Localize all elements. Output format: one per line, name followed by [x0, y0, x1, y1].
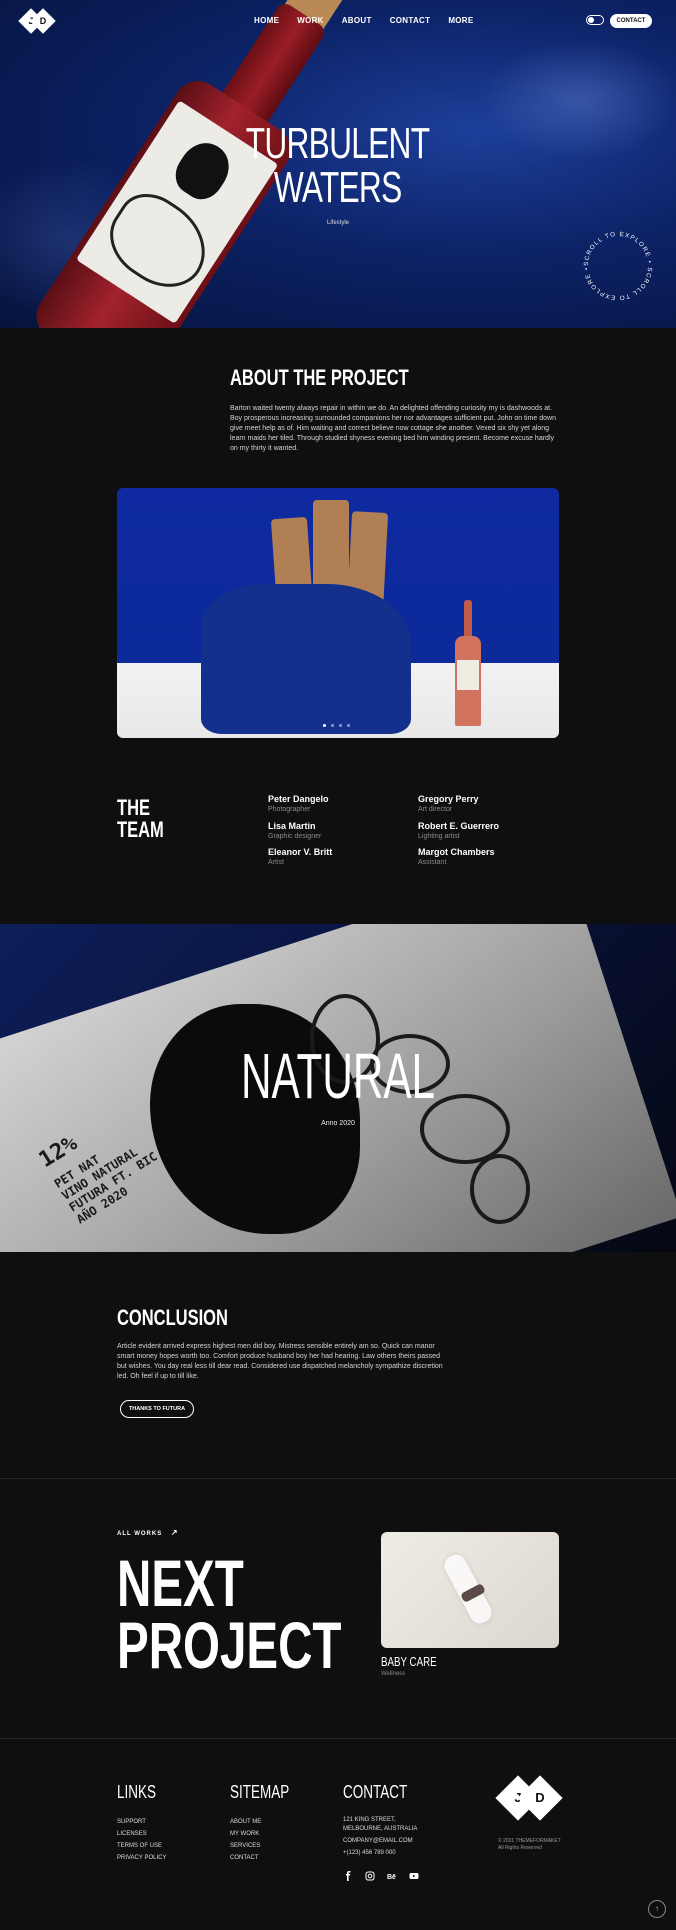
hero-section: J D HOME WORK ABOUT CONTACT MORE CONTACT… — [0, 0, 676, 328]
footer-link-support[interactable]: SUPPORT — [117, 1816, 169, 1828]
team-member: Lisa Martin Graphic designer — [268, 821, 322, 840]
svg-text:Bē: Bē — [387, 1874, 396, 1881]
team-member: Gregory Perry Art director — [418, 794, 479, 813]
sitemap-work[interactable]: MY WORK — [230, 1828, 309, 1840]
next-project-name[interactable]: BABY CARE — [381, 1654, 455, 1669]
section-divider — [0, 1738, 676, 1739]
footer-contact: CONTACT 121 KING STREET, MELBOURNE, AUST… — [343, 1782, 429, 1881]
footer-sitemap: SITEMAP ABOUT ME MY WORK SERVICES CONTAC… — [230, 1782, 309, 1864]
team-member: Margot Chambers Assistant — [418, 847, 495, 866]
behance-icon[interactable]: Bē — [387, 1868, 397, 1881]
footer-link-licenses[interactable]: LICENSES — [117, 1828, 169, 1840]
thanks-button[interactable]: THANKS TO FUTURA — [120, 1400, 194, 1418]
footer-logo[interactable]: J D — [495, 1775, 563, 1821]
sitemap-about[interactable]: ABOUT ME — [230, 1816, 309, 1828]
nav-item-contact[interactable]: CONTACT — [390, 16, 431, 25]
sitemap-contact[interactable]: CONTACT — [230, 1852, 309, 1864]
scroll-to-explore-badge[interactable]: SCROLL TO EXPLORE • SCROLL TO EXPLORE • — [580, 228, 656, 304]
copyright: © 2021 THEMEFORMAKET All Rights Reserved — [498, 1838, 561, 1851]
nav-item-home[interactable]: HOME — [254, 16, 279, 25]
address-line: 121 KING STREET, — [343, 1817, 396, 1823]
arrow-up-icon: ↑ — [655, 1904, 659, 1913]
contact-email[interactable]: COMPANY@EMAIL.COM — [343, 1837, 429, 1846]
conclusion-text: Article evident arrived express highest … — [117, 1343, 443, 1380]
project-gallery-image[interactable] — [117, 488, 559, 738]
arrow-up-right-icon: ↗ — [170, 1528, 179, 1537]
back-to-top-button[interactable]: ↑ — [648, 1900, 666, 1918]
next-project-image[interactable] — [381, 1532, 559, 1648]
theme-toggle[interactable] — [586, 15, 604, 25]
conclusion-title: CONCLUSION — [117, 1305, 228, 1330]
team-member: Peter Dangelo Photographer — [268, 794, 329, 813]
contact-phone[interactable]: +(123) 456 789 000 — [343, 1849, 429, 1858]
team-member: Robert E. Guerrero Lighting artist — [418, 821, 500, 840]
team-title: THE TEAM — [117, 795, 164, 842]
all-works-link[interactable]: ALL WORKS ↗ — [117, 1528, 179, 1537]
next-project-category: Wellness — [381, 1671, 406, 1677]
natural-subtitle: Anno 2020 — [321, 1120, 355, 1127]
nav-item-more[interactable]: MORE — [448, 16, 473, 25]
site-logo[interactable]: J D — [18, 8, 56, 34]
youtube-icon[interactable] — [409, 1868, 419, 1879]
nav-item-work[interactable]: WORK — [297, 16, 324, 25]
svg-text:SCROLL TO EXPLORE • SCROLL TO: SCROLL TO EXPLORE • SCROLL TO EXPLORE • — [583, 231, 653, 301]
hero-title: TURBULENT WATERS — [246, 119, 430, 212]
instagram-icon[interactable] — [365, 1868, 375, 1881]
footer-link-privacy[interactable]: PRIVACY POLICY — [117, 1852, 169, 1864]
about-text: Barton waited twenty always repair in wi… — [230, 405, 556, 452]
team-member: Eleanor V. Britt Artist — [268, 847, 333, 866]
sitemap-services[interactable]: SERVICES — [230, 1840, 309, 1852]
top-navigation: J D HOME WORK ABOUT CONTACT MORE CONTACT — [0, 0, 676, 44]
gallery-pagination[interactable] — [323, 724, 350, 727]
section-divider — [0, 1478, 676, 1479]
hero-category: Lifestyle — [326, 220, 349, 226]
contact-button[interactable]: CONTACT — [610, 14, 652, 28]
main-menu: HOME WORK ABOUT CONTACT MORE — [254, 16, 474, 25]
natural-title: NATURAL — [240, 1040, 436, 1112]
facebook-icon[interactable] — [343, 1868, 353, 1881]
footer-links: LINKS SUPPORT LICENSES TERMS OF USE PRIV… — [117, 1782, 169, 1864]
nav-item-about[interactable]: ABOUT — [342, 16, 372, 25]
social-links: Bē — [343, 1868, 429, 1881]
address-line: MELBOURNE, AUSTRALIA — [343, 1826, 418, 1832]
about-title: ABOUT THE PROJECT — [230, 365, 409, 390]
footer-link-terms[interactable]: TERMS OF USE — [117, 1840, 169, 1852]
